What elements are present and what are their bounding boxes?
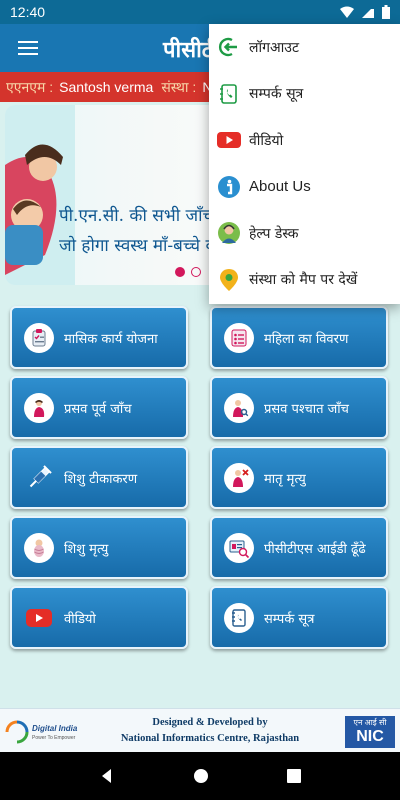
developer-credit: Designed & Developed by National Informa… bbox=[102, 715, 318, 747]
anm-name: Santosh verma bbox=[59, 79, 154, 95]
digital-india-text: Digital India bbox=[32, 724, 78, 733]
mother-checkup-icon bbox=[224, 392, 254, 423]
footer: Digital India Power To Empower Designed … bbox=[0, 708, 400, 752]
tile-postnatal-checkup[interactable]: प्रसव पश्चात जाँच bbox=[210, 376, 388, 439]
menu-item-logout[interactable]: लॉगआउट bbox=[209, 24, 400, 71]
tile-label: शिशु मृत्यु bbox=[64, 541, 109, 557]
menu-item-video[interactable]: वीडियो bbox=[209, 117, 400, 164]
menu-item-contact[interactable]: सम्पर्क सूत्र bbox=[209, 71, 400, 118]
overflow-menu: लॉगआउट सम्पर्क सूत्र वीडियो About Us हेल… bbox=[209, 24, 400, 304]
id-search-icon bbox=[224, 532, 254, 563]
anm-label: एएनएम : bbox=[6, 78, 54, 95]
credit-line-2: National Informatics Centre, Rajasthan bbox=[120, 733, 300, 744]
tile-monthly-work-plan[interactable]: मासिक कार्य योजना bbox=[10, 306, 188, 369]
contact-phone-icon bbox=[217, 82, 241, 106]
info-icon bbox=[217, 175, 241, 199]
tile-label: मातृ मृत्यु bbox=[264, 471, 306, 487]
status-bar: 12:40 bbox=[0, 0, 400, 24]
menu-item-about-us[interactable]: About Us bbox=[209, 164, 400, 211]
tile-antenatal-checkup[interactable]: प्रसव पूर्व जाँच bbox=[10, 376, 188, 439]
carousel-dot[interactable] bbox=[191, 267, 201, 277]
tile-label: मासिक कार्य योजना bbox=[64, 331, 158, 347]
swaddled-baby-icon bbox=[24, 532, 54, 563]
logout-icon bbox=[217, 35, 241, 59]
tile-label: महिला का विवरण bbox=[264, 331, 349, 347]
tile-label: प्रसव पूर्व जाँच bbox=[64, 401, 132, 417]
tile-label: पीसीटीएस आईडी ढूँढे bbox=[264, 541, 366, 557]
tile-pcts-id-search[interactable]: पीसीटीएस आईडी ढूँढे bbox=[210, 516, 388, 579]
back-icon[interactable] bbox=[99, 768, 115, 784]
tile-maternal-death[interactable]: मातृ मृत्यु bbox=[210, 446, 388, 509]
menu-item-label: संस्था को मैप पर देखें bbox=[249, 272, 358, 289]
syringe-icon bbox=[24, 463, 54, 493]
tile-child-immunization[interactable]: शिशु टीकाकरण bbox=[10, 446, 188, 509]
help-desk-icon bbox=[217, 221, 241, 245]
youtube-icon bbox=[217, 128, 241, 152]
menu-item-label: सम्पर्क सूत्र bbox=[249, 86, 304, 103]
digital-india-tagline: Power To Empower bbox=[32, 735, 76, 741]
contact-book-icon bbox=[224, 602, 254, 633]
tile-contact[interactable]: सम्पर्क सूत्र bbox=[210, 586, 388, 649]
form-list-icon bbox=[224, 322, 254, 353]
maternal-death-icon bbox=[224, 462, 254, 493]
system-nav-bar bbox=[0, 752, 400, 800]
tile-label: सम्पर्क सूत्र bbox=[264, 611, 315, 627]
pregnant-woman-icon bbox=[24, 392, 54, 423]
signal-icon bbox=[362, 6, 374, 18]
tile-infant-death[interactable]: शिशु मृत्यु bbox=[10, 516, 188, 579]
digital-india-logo: Digital India Power To Empower bbox=[5, 720, 78, 744]
tile-label: शिशु टीकाकरण bbox=[64, 471, 138, 487]
home-icon[interactable] bbox=[193, 768, 209, 784]
carousel-dot[interactable] bbox=[175, 267, 185, 277]
tile-video[interactable]: वीडियो bbox=[10, 586, 188, 649]
menu-item-label: लॉगआउट bbox=[249, 39, 300, 56]
nic-logo-hindi: एन आई सी bbox=[353, 718, 387, 727]
status-time: 12:40 bbox=[10, 4, 46, 20]
nic-logo: एन आई सी NIC bbox=[345, 716, 395, 748]
youtube-icon bbox=[24, 603, 54, 633]
clipboard-checklist-icon bbox=[24, 322, 54, 353]
tile-woman-details[interactable]: महिला का विवरण bbox=[210, 306, 388, 369]
carousel-indicators bbox=[175, 267, 201, 277]
nic-logo-text: NIC bbox=[356, 728, 384, 745]
wifi-icon bbox=[340, 6, 354, 18]
recents-icon[interactable] bbox=[287, 769, 301, 783]
menu-hamburger-icon[interactable] bbox=[0, 24, 56, 72]
menu-item-label: About Us bbox=[249, 178, 311, 196]
map-pin-icon bbox=[217, 268, 241, 292]
menu-item-label: वीडियो bbox=[249, 132, 284, 149]
menu-item-label: हेल्प डेस्क bbox=[249, 225, 299, 242]
tile-label: वीडियो bbox=[64, 611, 96, 627]
credit-line-1: Designed & Developed by bbox=[152, 717, 268, 728]
facility-label: संस्था : bbox=[161, 78, 197, 95]
menu-item-help-desk[interactable]: हेल्प डेस्क bbox=[209, 210, 400, 257]
menu-item-facility-map[interactable]: संस्था को मैप पर देखें bbox=[209, 257, 400, 304]
battery-icon bbox=[382, 5, 390, 19]
system-icons bbox=[340, 5, 390, 19]
tile-label: प्रसव पश्चात जाँच bbox=[264, 401, 349, 417]
